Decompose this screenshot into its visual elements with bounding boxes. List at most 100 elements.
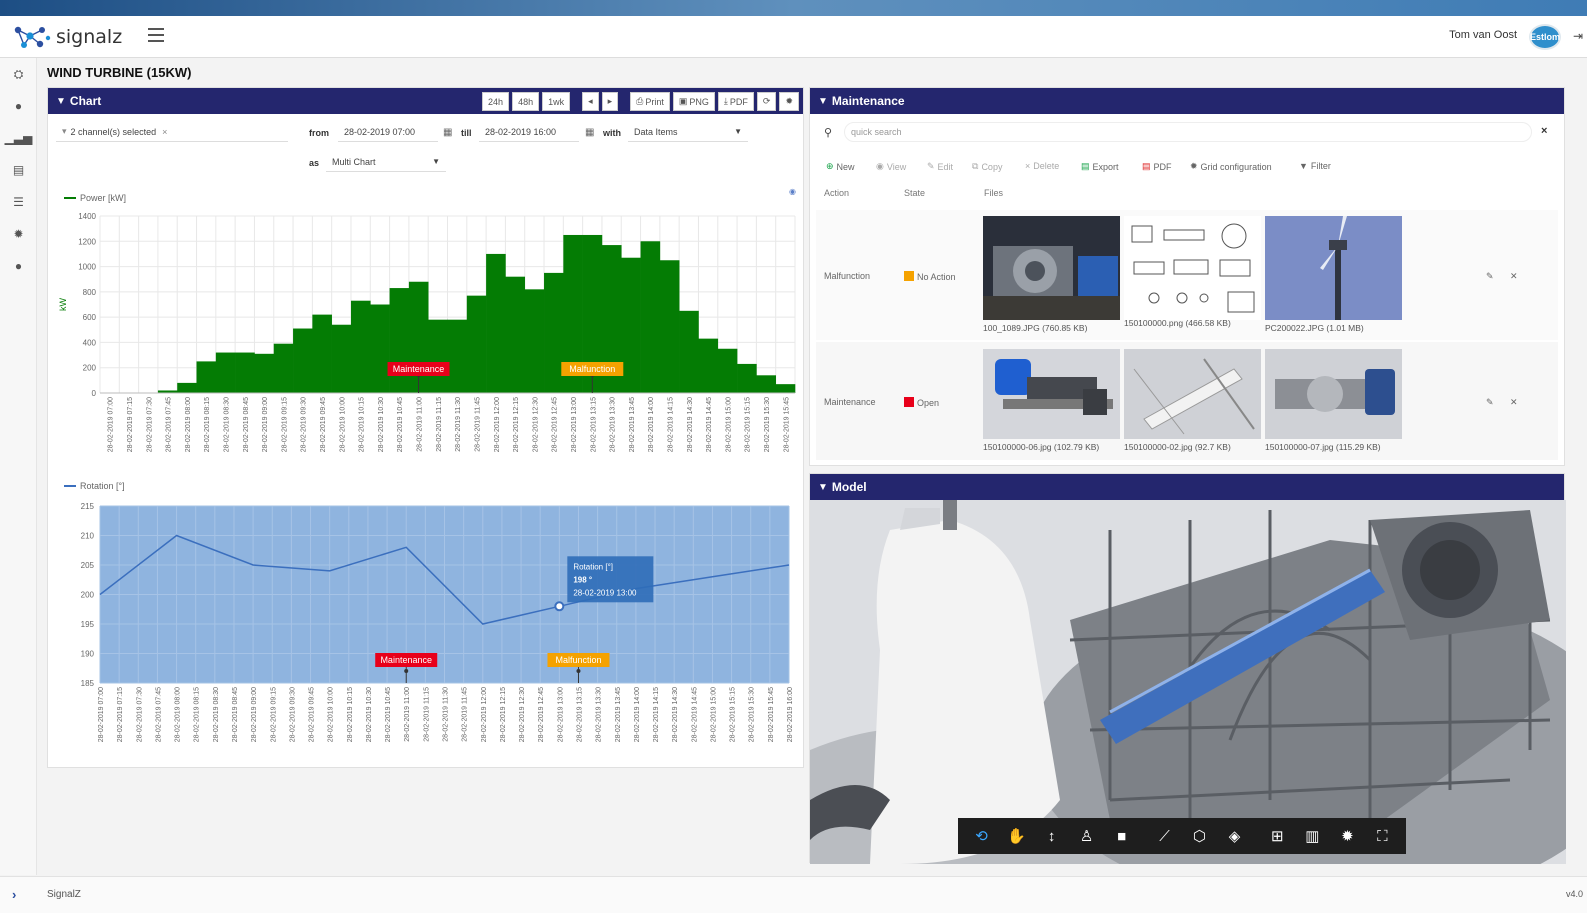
range-48h-button[interactable]: 48h [512,92,540,111]
file-thumbnail[interactable] [1124,349,1261,439]
zoom-icon[interactable]: ↕ [1034,818,1069,854]
user-name[interactable]: Tom van Oost [1449,29,1517,41]
pdf-export-button[interactable]: ▤ PDF [1142,161,1172,172]
bar-chart-icon[interactable]: ▁▃▅ [0,122,37,154]
excel-icon: ▤ [1081,161,1090,171]
menu-toggle-icon[interactable] [148,28,164,42]
channel-selector[interactable]: ▾ 2 channel(s) selected × [56,122,288,142]
file-caption[interactable]: 150100000-07.jpg (115.29 KB) [1265,442,1381,452]
chevron-right-icon[interactable]: › [12,887,16,902]
till-input[interactable]: 28-02-2019 16:00 [479,122,579,142]
first-person-icon[interactable]: ♙ [1069,818,1104,854]
comment-icon[interactable]: ● [0,90,37,122]
camera-icon[interactable]: ■ [1104,818,1139,854]
png-button[interactable]: ▣ PNG [672,92,715,111]
y-tick-label: 1400 [78,212,96,221]
delete-button[interactable]: × Delete [1025,161,1059,171]
file-thumbnail[interactable] [983,216,1120,320]
column-state[interactable]: State [904,188,925,198]
with-select[interactable]: Data Items ▼ [628,122,748,142]
refresh-button[interactable]: ⟳ [756,92,777,111]
section-icon[interactable]: ◈ [1217,818,1252,854]
search-input[interactable]: quick search [844,122,1532,142]
chevron-down-icon[interactable]: ▼ [818,96,828,107]
maintenance-panel-header[interactable]: ▼ Maintenance [810,88,1564,114]
3d-model-viewport[interactable]: ⟲ ✋ ↕ ♙ ■ ⟋ ⬡ ◈ ⊞ ▥ ✹ ⛶ [810,500,1566,864]
report-icon[interactable]: ▤ [0,154,37,186]
chart-settings-button[interactable]: ✹ [779,92,799,111]
x-tick-label: 28-02-2019 12:15 [500,687,507,742]
settings-icon[interactable]: ✹ [1330,818,1365,854]
clear-search-icon[interactable]: × [1541,125,1547,137]
file-caption[interactable]: 150100000-02.jpg (92.7 KB) [1124,442,1231,452]
row1-action: Malfunction [824,271,871,281]
next-period-button[interactable]: ▸ [601,92,619,111]
as-select[interactable]: Multi Chart ▼ [326,152,446,172]
logout-icon[interactable]: ⇥ [1573,29,1583,43]
column-action[interactable]: Action [824,188,849,198]
bar [177,382,197,393]
view-label: View [886,161,907,172]
structure-icon[interactable]: ⊞ [1260,818,1295,854]
calendar-icon[interactable]: ▦ [585,127,594,138]
bar [679,310,699,393]
x-tick-label: 28-02-2019 10:15 [359,397,366,452]
edit-row-icon[interactable]: ✎ [1486,397,1494,408]
x-tick-label: 28-02-2019 08:00 [175,687,182,742]
measure-icon[interactable]: ⟋ [1147,818,1182,854]
explode-icon[interactable]: ⬡ [1182,818,1217,854]
file-thumbnail[interactable] [1265,216,1402,320]
avatar[interactable]: Estlom [1529,24,1561,50]
bar [428,319,448,393]
chevron-down-icon[interactable]: ▼ [818,482,828,493]
calendar-icon[interactable]: ▦ [443,127,452,138]
app-logo[interactable]: signalz [12,24,122,50]
model-panel-header[interactable]: ▼ Model [810,474,1564,500]
prev-period-button[interactable]: ◂ [582,92,599,111]
gear-icon[interactable]: ✹ [0,218,37,250]
file-caption[interactable]: 100_1089.JPG (760.85 KB) [983,323,1087,333]
bar [698,338,719,393]
clear-icon[interactable]: × [162,127,167,137]
fullscreen-icon[interactable]: ⛶ [1365,818,1400,854]
edit-button[interactable]: ✎ Edit [927,161,953,172]
chevron-down-icon[interactable]: ▼ [56,96,66,107]
copy-button[interactable]: ⧉ Copy [972,161,1002,172]
grid-configuration-label: Grid configuration [1200,161,1272,172]
x-tick-label: 28-02-2019 08:00 [185,397,192,452]
delete-row-icon[interactable]: ✕ [1510,271,1518,282]
file-caption[interactable]: PC200022.JPG (1.01 MB) [1265,323,1364,333]
x-tick-label: 28-02-2019 07:30 [136,687,143,742]
file-thumbnail[interactable] [1265,349,1402,439]
range-1wk-button[interactable]: 1wk [542,92,571,111]
dashboard-icon[interactable]: ⛭ [0,58,37,90]
print-button[interactable]: ⎙ Print [630,92,670,111]
properties-icon[interactable]: ▥ [1295,818,1330,854]
delete-row-icon[interactable]: ✕ [1510,397,1518,408]
sliders-icon[interactable]: ☰ [0,186,37,218]
filter-icon: ▼ [1299,161,1308,171]
grid-configuration-button[interactable]: ✹ Grid configuration [1190,161,1272,172]
new-button[interactable]: ⊕ New [826,161,855,172]
view-button[interactable]: ◉ View [876,161,906,172]
file-thumbnail[interactable] [1124,216,1261,320]
x-tick-label: 28-02-2019 07:45 [166,397,173,452]
column-files[interactable]: Files [984,188,1003,198]
file-caption[interactable]: 150100000.png (466.58 KB) [1124,318,1231,328]
x-tick-label: 28-02-2019 10:45 [385,687,392,742]
pan-icon[interactable]: ✋ [999,818,1034,854]
export-button[interactable]: ▤ Export [1081,161,1119,172]
filter-button[interactable]: ▼ Filter [1299,161,1331,171]
nacelle-photo [1265,349,1402,439]
pdf-button[interactable]: ⤓ PDF [717,92,754,111]
file-thumbnail[interactable] [983,349,1120,439]
orbit-icon[interactable]: ⟲ [964,818,999,854]
x-tick-label: 28-02-2019 09:00 [251,687,258,742]
file-caption[interactable]: 150100000-06.jpg (102.79 KB) [983,442,1099,452]
range-24h-button[interactable]: 24h [482,92,510,111]
print-icon: ⎙ [636,96,644,106]
from-input[interactable]: 28-02-2019 07:00 [338,122,438,142]
top-banner [0,0,1587,16]
edit-row-icon[interactable]: ✎ [1486,271,1494,282]
user-icon[interactable]: ● [0,250,37,282]
